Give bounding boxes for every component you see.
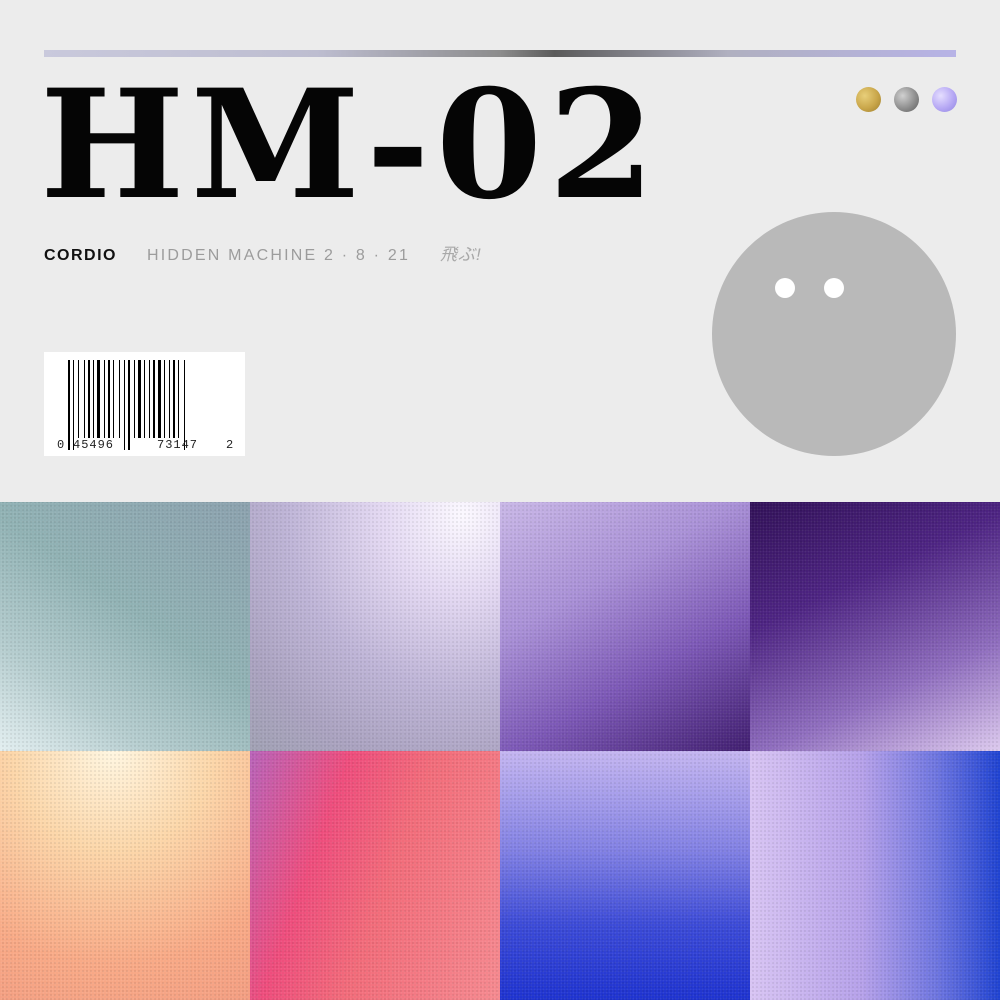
tile-violet-grain [500, 502, 750, 751]
barcode-bar [173, 360, 175, 438]
barcode-lead-digit: 0 [57, 438, 65, 452]
barcode-bar [113, 360, 114, 438]
tile-deep-purple-grain [750, 502, 1000, 751]
artist-name: CORDIO [44, 247, 117, 264]
barcode-bar [108, 360, 110, 438]
barcode-bar [153, 360, 155, 438]
barcode-bar [158, 360, 161, 438]
barcode-bar [128, 360, 130, 450]
barcode-digits: 0 45496 73147 2 [44, 438, 245, 452]
barcode-bar [119, 360, 120, 438]
tile-peach-grain [0, 751, 250, 1000]
barcode-bar [138, 360, 141, 438]
barcode-bar [73, 360, 74, 450]
barcode-bar [178, 360, 179, 438]
barcode-bar [97, 360, 100, 438]
right-eye [824, 278, 844, 298]
left-eye [775, 278, 795, 298]
barcode-bar [68, 360, 70, 450]
barcode-bar [124, 360, 125, 450]
japanese-text: 飛ぶ! [440, 245, 482, 264]
tile-cobalt-grain [500, 751, 750, 1000]
album-title: HM-02 [40, 57, 661, 233]
barcode-bar [104, 360, 105, 438]
album-meta: CORDIO HIDDEN MACHINE 2 · 8 · 21 飛ぶ! [44, 240, 482, 265]
barcode-bar [149, 360, 150, 438]
barcode-bar [169, 360, 170, 438]
barcode-bar [164, 360, 165, 438]
tile-silver-lilac-grain [250, 502, 500, 751]
release-subtitle: HIDDEN MACHINE 2 · 8 · 21 [147, 247, 411, 264]
barcode-trailing-digit: 2 [226, 438, 234, 452]
barcode-bar [144, 360, 145, 438]
barcode-bar [134, 360, 135, 438]
barcode-left-group: 45496 [73, 438, 115, 452]
barcode-right-group: 73147 [157, 438, 199, 452]
silver-swatch [894, 87, 919, 112]
top-gradient-bar [44, 50, 956, 57]
tile-teal-grain [0, 502, 250, 751]
barcode-bar [88, 360, 90, 438]
tile-lilac-blue-grain [750, 751, 1000, 1000]
tile-coral-magenta-grain [250, 751, 500, 1000]
color-swatches [856, 87, 957, 112]
barcode: 0 45496 73147 2 [44, 352, 245, 456]
ghost-face-icon [712, 212, 956, 456]
lavender-swatch [932, 87, 957, 112]
barcode-bar [78, 360, 79, 438]
gold-swatch [856, 87, 881, 112]
barcode-bar [84, 360, 85, 438]
gradient-tile-grid [0, 502, 1000, 1000]
barcode-bar [184, 360, 185, 450]
barcode-bar [93, 360, 94, 438]
